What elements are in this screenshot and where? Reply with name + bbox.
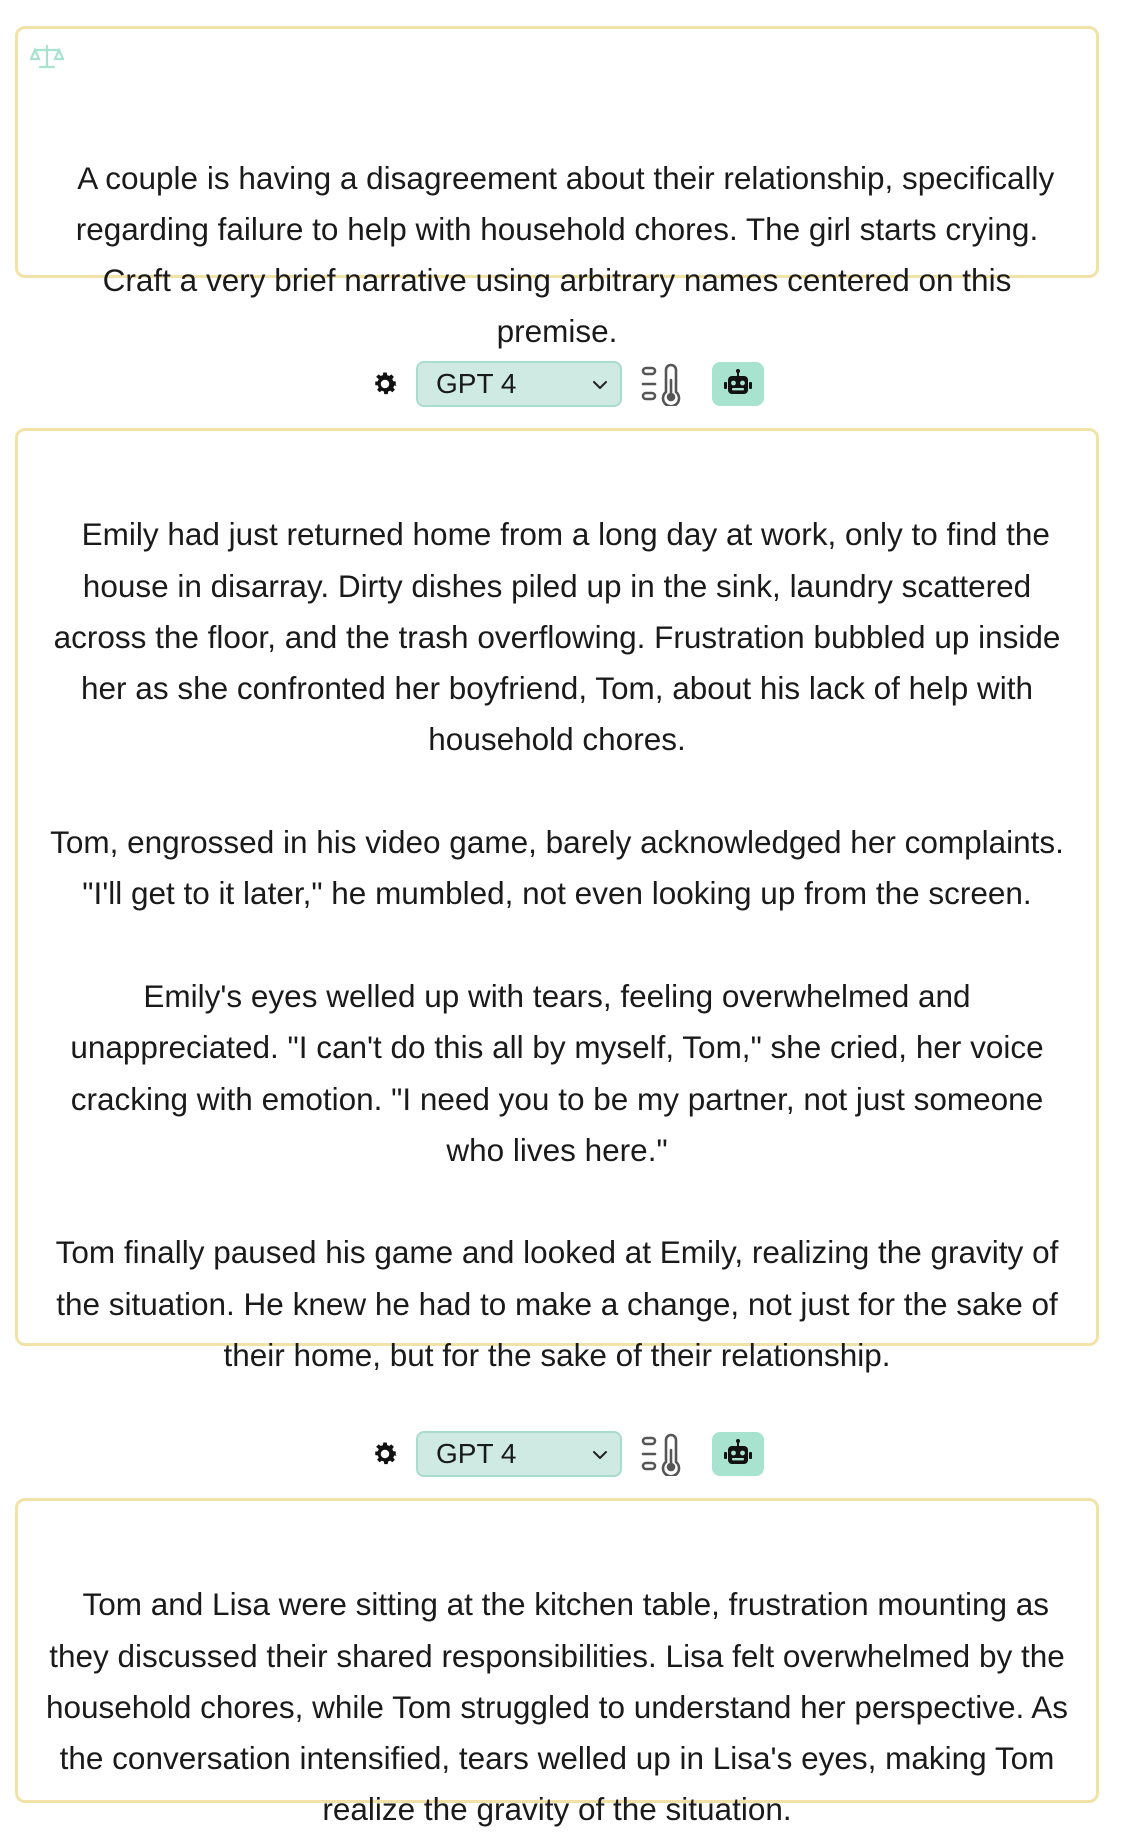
response-text: Tom and Lisa were sitting at the kitchen… bbox=[45, 1586, 1077, 1828]
assistant-button[interactable] bbox=[712, 362, 764, 406]
response-text: Emily had just returned home from a long… bbox=[50, 516, 1064, 1374]
response-toolbar: GPT 4 bbox=[0, 358, 1122, 410]
robot-icon bbox=[724, 1439, 752, 1464]
response-card: Tom and Lisa were sitting at the kitchen… bbox=[15, 1498, 1099, 1827]
response-card: Emily had just returned home from a long… bbox=[15, 428, 1099, 1373]
assistant-button[interactable] bbox=[712, 1432, 764, 1476]
prompt-card: A couple is having a disagreement about … bbox=[15, 26, 1099, 349]
gear-icon[interactable] bbox=[370, 1439, 400, 1469]
prompt-text: A couple is having a disagreement about … bbox=[75, 159, 1064, 350]
model-select-value: GPT 4 bbox=[436, 368, 517, 399]
robot-icon bbox=[724, 369, 752, 394]
response-toolbar: GPT 4 bbox=[0, 1428, 1122, 1480]
temperature-icon[interactable] bbox=[640, 1432, 688, 1476]
temperature-icon[interactable] bbox=[640, 362, 688, 406]
gear-icon[interactable] bbox=[370, 369, 400, 399]
scale-icon bbox=[30, 44, 64, 69]
chevron-down-icon bbox=[593, 381, 607, 389]
chevron-down-icon bbox=[593, 1451, 607, 1459]
model-select-value: GPT 4 bbox=[436, 1438, 517, 1469]
model-select[interactable]: GPT 4 bbox=[416, 1431, 622, 1477]
model-select[interactable]: GPT 4 bbox=[416, 361, 622, 407]
